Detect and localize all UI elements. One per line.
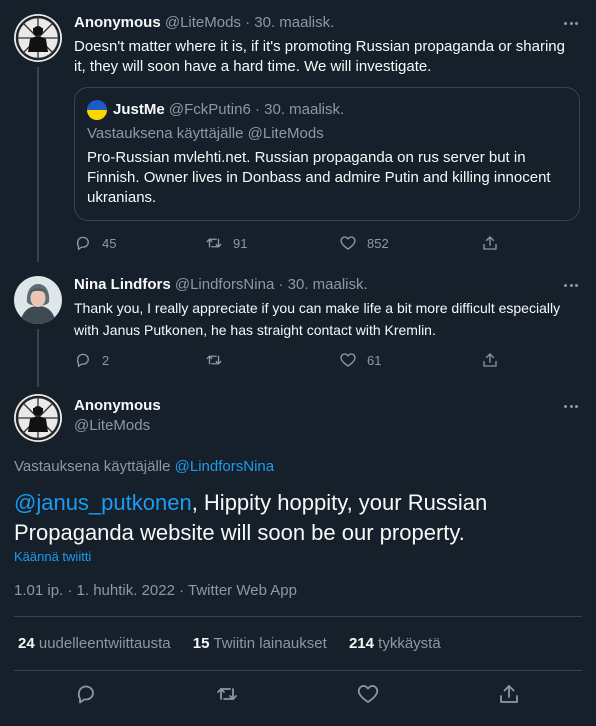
reply-icon — [76, 236, 89, 251]
ukraine-flag-avatar — [87, 100, 107, 120]
more-icon[interactable] — [561, 396, 581, 416]
more-icon[interactable] — [561, 275, 581, 295]
retweet-count: 91 — [233, 235, 248, 251]
like-button[interactable] — [356, 682, 380, 706]
tweet-text: Doesn't matter where it is, if it's prom… — [74, 38, 565, 75]
thread-line-2 — [37, 329, 39, 387]
author-name[interactable]: Anonymous — [74, 14, 161, 31]
divider — [14, 670, 582, 671]
retweets-count: 24 — [18, 635, 35, 652]
like-count: 61 — [367, 352, 382, 368]
author-handle[interactable]: @LindforsNina — [175, 276, 274, 293]
retweet-button[interactable]: 91 — [205, 234, 247, 252]
avatar-anonymous[interactable] — [14, 14, 62, 62]
retweets-label: uudelleentwiittausta — [38, 635, 171, 652]
like-count: 852 — [367, 235, 389, 251]
reply-icon — [77, 685, 94, 704]
likes-label: tykkäystä — [378, 635, 441, 652]
likes-stat[interactable]: 214 tykkäystä — [349, 635, 441, 652]
retweet-button[interactable] — [205, 351, 233, 369]
mention-link[interactable]: @janus_putkonen — [14, 490, 192, 515]
main-reply-to: Vastauksena käyttäjälle @LindforsNina — [14, 457, 274, 477]
share-icon — [500, 685, 518, 703]
share-button[interactable] — [481, 234, 499, 252]
tweet-date[interactable]: · 30. maalisk. — [245, 14, 334, 31]
share-icon — [483, 236, 497, 250]
quote-date: · 30. maalisk. — [254, 101, 345, 118]
share-button[interactable] — [497, 682, 521, 706]
heart-icon — [340, 236, 356, 250]
quote-reply-to: Vastauksena käyttäjälle @LiteMods — [87, 125, 324, 142]
author-name[interactable]: Anonymous — [74, 397, 161, 414]
quote-author-name: JustMe — [113, 101, 165, 118]
tweet-meta: 1.01 ip. · 1. huhtik. 2022 · Twitter Web… — [14, 582, 297, 599]
quote-header: JustMe @FckPutin6 · 30. maalisk. — [113, 100, 344, 120]
thread-line — [37, 67, 39, 262]
main-author-handle[interactable]: @LiteMods — [74, 416, 150, 436]
retweet-icon — [217, 688, 237, 700]
divider — [14, 616, 582, 617]
reply-count: 2 — [102, 352, 110, 368]
reply-to-link[interactable]: @LindforsNina — [175, 458, 274, 475]
likes-count: 214 — [348, 635, 374, 652]
quotes-count: 15 — [192, 635, 210, 652]
retweet-icon — [206, 238, 222, 248]
more-icon[interactable] — [561, 13, 581, 33]
like-button[interactable]: 61 — [339, 351, 381, 369]
heart-icon — [340, 353, 356, 367]
avatar-anonymous[interactable] — [14, 394, 62, 442]
avatar-nina-lindfors[interactable] — [14, 276, 62, 324]
tweet-header: Anonymous @LiteMods · 30. maalisk. — [74, 13, 334, 33]
translate-link[interactable]: Käännä twiitti — [14, 549, 91, 565]
main-tweet-text: @janus_putkonen, Hippity hoppity, your R… — [14, 488, 574, 548]
main-author-name[interactable]: Anonymous — [74, 396, 161, 416]
quote-text: Pro-Russian mvlehti.net. Russian propaga… — [87, 149, 551, 206]
retweet-button[interactable] — [215, 682, 239, 706]
tweet-date[interactable]: · 30. maalisk. — [278, 276, 367, 293]
tweet-header: Nina Lindfors @LindforsNina · 30. maalis… — [74, 275, 368, 295]
heart-icon — [357, 685, 379, 703]
quoted-tweet[interactable]: JustMe @FckPutin6 · 30. maalisk. Vastauk… — [74, 87, 580, 221]
quotes-label: Twiitin lainaukset — [213, 635, 327, 652]
retweet-icon — [206, 355, 222, 365]
tweet-stats: 24 uudelleentwiittausta 15 Twiitin laina… — [18, 634, 459, 654]
reply-button[interactable]: 45 — [74, 234, 116, 252]
reply-count: 45 — [102, 235, 117, 251]
reply-icon — [76, 353, 89, 368]
author-name[interactable]: Nina Lindfors — [74, 276, 171, 293]
reply-to-prefix: Vastauksena käyttäjälle — [14, 458, 171, 475]
quotes-stat[interactable]: 15 Twiitin lainaukset — [193, 635, 327, 652]
quote-author-handle: @FckPutin6 — [168, 101, 251, 118]
tweet-text: Thank you, I really appreciate if you ca… — [74, 300, 561, 338]
reply-button[interactable]: 2 — [74, 351, 109, 369]
author-handle[interactable]: @LiteMods — [165, 14, 241, 31]
share-button[interactable] — [481, 351, 499, 369]
share-icon — [483, 353, 497, 367]
like-button[interactable]: 852 — [339, 234, 389, 252]
reply-button[interactable] — [74, 682, 98, 706]
retweets-stat[interactable]: 24 uudelleentwiittausta — [18, 635, 171, 652]
